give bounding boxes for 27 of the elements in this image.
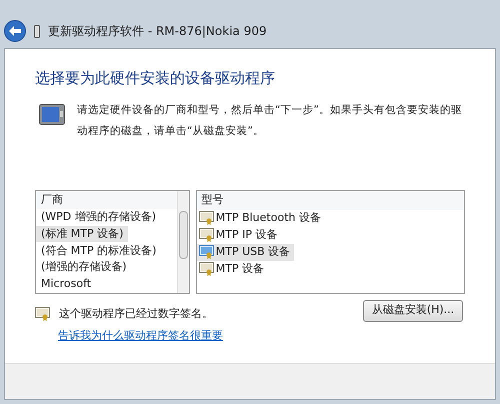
window-title: 更新驱动程序软件 - RM-876|Nokia 909 — [48, 23, 267, 40]
have-disk-button[interactable]: 从磁盘安装(H)... — [363, 300, 463, 322]
certificate-icon — [35, 306, 51, 321]
phone-icon — [34, 24, 40, 38]
driver-icon — [198, 211, 215, 225]
signature-text: 这个驱动程序已经过数字签名。 — [59, 306, 213, 322]
signature-link[interactable]: 告诉我为什么驱动程序签名很重要 — [58, 328, 223, 344]
back-button[interactable] — [4, 20, 26, 42]
instruction-text: 请选定硬件设备的厂商和型号，然后单击“下一步”。如果手头有包含要安装的驱动程序的磁盘，请单击“从磁盘安装”。 — [77, 102, 463, 138]
driver-icon — [198, 245, 215, 259]
driver-icon — [198, 228, 215, 242]
model-item[interactable]: MTP Bluetooth 设备 — [196, 210, 325, 226]
manufacturer-item[interactable]: (标准 MTP 设备) — [36, 226, 128, 242]
device-icon — [39, 104, 65, 126]
model-item[interactable]: MTP IP 设备 — [196, 226, 282, 244]
manufacturer-item[interactable]: Microsoft — [36, 276, 96, 292]
model-item[interactable]: MTP USB 设备 — [196, 244, 294, 260]
driver-icon — [198, 262, 215, 276]
manufacturer-item[interactable]: (WPD 增强的存储设备) — [36, 209, 162, 226]
manufacturer-item[interactable]: (增强的存储设备) — [36, 259, 132, 276]
back-arrow-icon — [9, 26, 21, 36]
manufacturer-item[interactable]: (符合 MTP 的标准设备) — [36, 242, 162, 260]
model-item[interactable]: MTP 设备 — [196, 260, 268, 278]
list-header: 型号 — [196, 190, 464, 210]
scrollbar[interactable] — [176, 190, 189, 292]
list-header: 厂商 — [36, 190, 177, 210]
page-heading: 选择要为此硬件安装的设备驱动程序 — [35, 68, 276, 89]
